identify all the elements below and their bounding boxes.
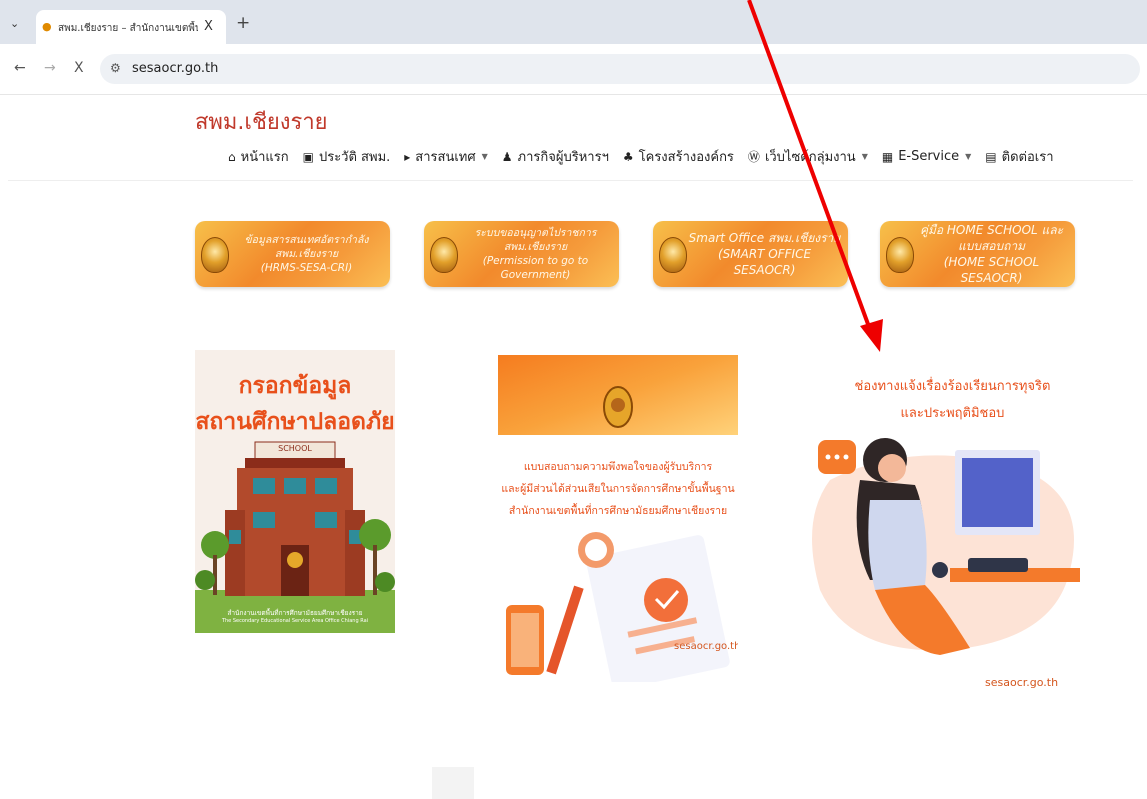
complaint-url: sesaocr.go.th (985, 676, 1059, 689)
caret-down-icon: ▼ (481, 152, 488, 161)
banner-link-3[interactable]: คู่มือ HOME SCHOOL และแบบสอบถาม (HOME SCH… (880, 221, 1075, 287)
back-arrow-icon[interactable]: ← (14, 60, 26, 76)
banner-line: (SMART OFFICE SESAOCR) (717, 246, 812, 278)
caret-down-icon: ▼ (861, 152, 868, 161)
banner-text: ข้อมูลสารสนเทศอัตรากำลัง สพม.เชียงราย (HRM… (229, 221, 384, 287)
new-tab-button[interactable]: + (236, 13, 250, 33)
tab-search-chevron-icon[interactable]: ⌄ (10, 17, 19, 30)
menu-item-7[interactable]: ▤ ติดต่อเรา (985, 146, 1053, 167)
banner-line: ระบบขออนุญาตไปราชการ สพม.เชียงราย (474, 226, 597, 253)
menu-label: โครงสร้างองค์กร (638, 150, 734, 165)
menu-item-6[interactable]: ▦ E-Service ▼ (882, 146, 971, 167)
banner-text: ระบบขออนุญาตไปราชการ สพม.เชียงราย (Permis… (458, 221, 613, 287)
menu-item-0[interactable]: ⌂ หน้าแรก (228, 146, 289, 167)
school-building-illustration (195, 441, 395, 633)
banner-link-1[interactable]: ระบบขออนุญาตไปราชการ สพม.เชียงราย (Permis… (424, 221, 619, 287)
info-icon: ▸ (404, 149, 411, 164)
caret-down-icon: ▼ (965, 152, 972, 161)
header-divider (8, 180, 1133, 181)
emblem-icon (886, 237, 914, 273)
grid-icon: ▦ (881, 149, 894, 164)
forward-arrow-icon[interactable]: → (44, 60, 56, 76)
close-tab-icon[interactable]: X (204, 19, 213, 34)
survey-line-2: และผู้มีส่วนได้ส่วนเสียในการจัดการศึกษาข… (501, 483, 735, 495)
partial-image-placeholder (432, 767, 474, 799)
poster-footer-en: The Secondary Educational Service Area O… (221, 618, 369, 624)
banner-line: สพม.เชียงราย (274, 247, 339, 260)
survey-line-3: สำนักงานเขตพื้นที่การศึกษามัธยมศึกษาเชีย… (508, 505, 728, 517)
menu-label: เว็บไซต์กลุ่มงาน (764, 150, 856, 165)
banner-line: คู่มือ HOME SCHOOL และแบบสอบถาม (919, 222, 1064, 253)
banner-text: คู่มือ HOME SCHOOL และแบบสอบถาม (HOME SCH… (914, 221, 1069, 287)
tab-title: สพม.เชียงราย – สำนักงานเขตพื้นที่การ (58, 23, 198, 34)
banner-text: Smart Office สพม.เชียงราย (SMART OFFICE S… (687, 221, 842, 287)
main-menu: ⌂ หน้าแรก ▣ ประวัติ สพม. ▸ สารสนเทศ ▼ ♟ ภารกิจผู… (228, 146, 1068, 167)
site-title[interactable]: สพม.เชียงราย (195, 104, 328, 139)
person-icon: ♟ (501, 149, 513, 164)
menu-label: ประวัติ สพม. (318, 150, 391, 165)
emblem-icon (201, 237, 229, 273)
call-center-illustration (812, 438, 1080, 655)
menu-label: สารสนเทศ (415, 150, 476, 165)
banner-line: (HRMS-SESA-CRI) (260, 262, 353, 275)
browser-tab[interactable]: ● สพม.เชียงราย – สำนักงานเขตพื้นที่การ X (36, 10, 226, 44)
url-bar[interactable]: ⚙ sesaocr.go.th (100, 54, 1140, 84)
complaint-channel-poster[interactable]: ช่องทางแจ้งเรื่องร้องเรียนการทุจริต และป… (790, 350, 1115, 690)
url-text[interactable]: sesaocr.go.th (132, 61, 218, 76)
menu-label: E-Service (898, 149, 960, 164)
banner-line: (HOME SCHOOL SESAOCR) (943, 255, 1040, 286)
banner-link-0[interactable]: ข้อมูลสารสนเทศอัตรากำลัง สพม.เชียงราย (HRM… (195, 221, 390, 287)
survey-url: sesaocr.go.th (674, 641, 738, 652)
org-chart-icon: ♣ (622, 149, 634, 164)
menu-item-2[interactable]: ▸ สารสนเทศ ▼ (404, 146, 488, 167)
banner-line: (Permission to go to Government) (482, 255, 589, 282)
site-settings-icon[interactable]: ⚙ (110, 61, 121, 75)
chat-icon: ▤ (985, 149, 997, 164)
menu-item-5[interactable]: Ⓦ เว็บไซต์กลุ่มงาน ▼ (748, 146, 868, 167)
satisfaction-survey-poster[interactable]: แบบสอบถามความพึงพอใจของผู้รับบริการ และผ… (498, 355, 738, 682)
poster-footer-th: สำนักงานเขตพื้นที่การศึกษามัธยมศึกษาเชีย… (227, 609, 363, 617)
history-icon: ▣ (302, 149, 314, 164)
menu-label: หน้าแรก (240, 150, 289, 165)
browser-tab-bar: ⌄ ● สพม.เชียงราย – สำนักงานเขตพื้นที่การ… (0, 0, 1147, 44)
banner-link-2[interactable]: Smart Office สพม.เชียงราย (SMART OFFICE S… (653, 221, 848, 287)
wordpress-icon: Ⓦ (747, 150, 760, 164)
emblem-icon (430, 237, 458, 273)
home-icon: ⌂ (228, 149, 236, 164)
address-bar-row: ← → X ⚙ sesaocr.go.th (0, 44, 1147, 95)
menu-item-1[interactable]: ▣ ประวัติ สพม. (303, 146, 391, 167)
site-favicon-icon: ● (42, 20, 52, 33)
menu-item-4[interactable]: ♣ โครงสร้างองค์กร (623, 146, 734, 167)
banner-line: Smart Office สพม.เชียงราย (688, 230, 841, 245)
stop-loading-button[interactable]: X (74, 60, 84, 76)
menu-label: ภารกิจผู้บริหารฯ (517, 150, 609, 165)
menu-label: ติดต่อเรา (1001, 150, 1054, 165)
school-sign: SCHOOL (278, 444, 312, 453)
safe-school-poster[interactable]: กรอกข้อมูล สถานศึกษาปลอดภัย SCHOOL สำนัก… (195, 350, 395, 633)
banner-line: ข้อมูลสารสนเทศอัตรากำลัง (244, 233, 369, 246)
menu-item-3[interactable]: ♟ ภารกิจผู้บริหารฯ (502, 146, 609, 167)
emblem-icon (659, 237, 687, 273)
survey-line-1: แบบสอบถามความพึงพอใจของผู้รับบริการ (523, 461, 713, 473)
